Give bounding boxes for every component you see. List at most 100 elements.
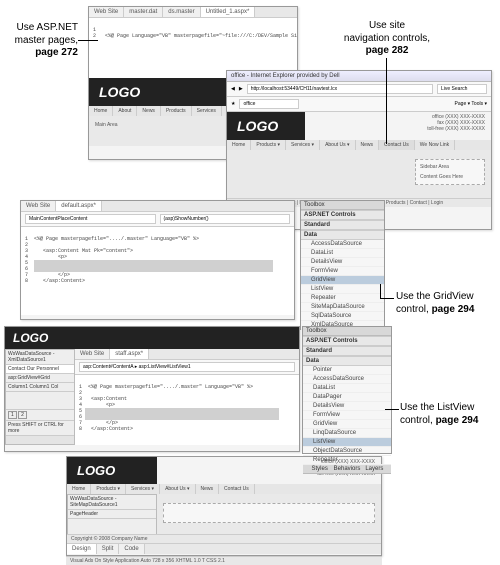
url-field[interactable]: http://localhost:53449/CH11/navtest.lcx (247, 84, 433, 94)
tab-active[interactable]: default.aspx* (56, 201, 102, 211)
callout-leader (380, 298, 394, 299)
phone-tollfree: toll-free (XXX) XXX-XXXX (311, 126, 485, 132)
favorites-icon[interactable]: ★ (231, 101, 235, 107)
page-btn[interactable]: 2 (18, 411, 27, 419)
toolbox-item[interactable]: SiteMapDataSource (301, 303, 384, 312)
nav-item[interactable]: News (137, 106, 161, 116)
toolbox-item[interactable]: AccessDataSource (301, 240, 384, 249)
window-staff-editor: LOGO WsWasDataSource - XmlDataSource1 Co… (4, 326, 300, 452)
nav-item[interactable]: Home (227, 140, 251, 150)
code-line: </asp:Content> (91, 426, 133, 432)
toolbox-item[interactable]: FormView (301, 267, 384, 276)
tab-code[interactable]: Code (119, 544, 144, 554)
toolbox-item[interactable]: GridView (303, 420, 391, 429)
callout-text: Use site (369, 20, 405, 31)
toolbox-item[interactable]: ObjectDataSource (303, 447, 391, 456)
tab[interactable]: Web Site (21, 201, 56, 211)
nav-item[interactable]: Products ▾ (91, 484, 126, 494)
callout-leader (385, 409, 399, 410)
page-body: Sidebar Area Content Goes Here (227, 150, 491, 198)
toolbox-group[interactable]: Standard (303, 346, 391, 356)
nav-item[interactable]: Services ▾ (286, 140, 320, 150)
site-nav-row: Home Products ▾ Services ▾ About Us ▾ Ne… (67, 484, 381, 494)
toolbox-item-gridview[interactable]: GridView (301, 276, 384, 285)
view-tabs: Design Split Code (67, 543, 381, 554)
design-side-panel: WsWasDataSource - XmlDataSource1 Contact… (5, 349, 75, 445)
tab[interactable]: Web Site (75, 349, 110, 359)
toolbox-item[interactable]: LinqDataSource (303, 429, 391, 438)
nav-item[interactable]: About Us ▾ (320, 140, 355, 150)
nav-item-active[interactable]: Contact Us (379, 140, 415, 150)
toolbox-group[interactable]: ASP.NET Controls (303, 336, 391, 346)
toolbox-item[interactable]: DataList (301, 249, 384, 258)
tab[interactable]: Layers (361, 466, 388, 472)
code-editor[interactable]: 1 <%@ Page masterpagefile="..../.master"… (21, 227, 294, 315)
toolbox-item[interactable]: DetailsView (301, 258, 384, 267)
toolbox-item[interactable]: SqlDataSource (301, 312, 384, 321)
nav-item[interactable]: News (196, 484, 220, 494)
nav-item[interactable]: About Us ▾ (160, 484, 195, 494)
element-breadcrumb[interactable]: asp:Content#ContentA ▸ asp:ListView#List… (79, 362, 295, 372)
dropdown-row: MainContentPlaceContent (asp)ShowNumber(… (21, 212, 294, 227)
tab[interactable]: ds.master (163, 7, 200, 17)
nav-item[interactable]: Services ▾ (126, 484, 160, 494)
code-editor[interactable]: 1 <%@ Page masterpagefile="..../.master"… (75, 375, 299, 445)
nav-item[interactable]: Home (89, 106, 113, 116)
nav-item[interactable]: Home (67, 484, 91, 494)
toolbox-item[interactable]: FormView (303, 411, 391, 420)
callout-page: page 282 (366, 45, 409, 56)
logo-bar: LOGO (227, 112, 305, 140)
tab[interactable]: Behaviors (333, 466, 360, 472)
code-editor[interactable]: 1 2 <%@ Page Language="VB" masterpagefil… (89, 18, 297, 78)
nav-item[interactable]: Products (161, 106, 192, 116)
toolbox-item[interactable]: DataList (303, 384, 391, 393)
nav-item[interactable]: News (356, 140, 380, 150)
toolbox-item[interactable]: DetailsView (303, 402, 391, 411)
toolbox-item[interactable]: AccessDataSource (303, 375, 391, 384)
window-default-editor: Web Site default.aspx* MainContentPlaceC… (20, 200, 295, 320)
browser-tab[interactable]: office (239, 99, 299, 109)
toolbox-item[interactable]: Repeater (303, 456, 391, 465)
toolbox-item[interactable]: DataPager (303, 393, 391, 402)
nav-item[interactable]: We Now Link (415, 140, 455, 150)
event-dropdown[interactable]: (asp)ShowNumber() (160, 214, 291, 224)
tab[interactable]: Web Site (89, 7, 124, 17)
code-line: <%@ Page masterpagefile="..../.master" L… (88, 384, 253, 390)
footer-copyright: Copyright © 2008 Company Name (71, 536, 148, 542)
toolbox-group[interactable]: Data (303, 356, 391, 366)
back-icon[interactable]: ◀ (231, 86, 235, 92)
toolbox-group[interactable]: ASP.NET Controls (301, 210, 384, 220)
code-line: </asp:Content> (43, 278, 85, 284)
sidebar-box: Sidebar Area Content Goes Here (415, 159, 485, 185)
nav-item[interactable]: Contact Us (219, 484, 255, 494)
nav-item[interactable]: Products ▾ (251, 140, 286, 150)
toolbox-item-listview[interactable]: ListView (303, 438, 391, 447)
forward-icon[interactable]: ▶ (239, 86, 243, 92)
ie-toolbar-text[interactable]: Page ▾ Tools ▾ (455, 101, 487, 107)
toolbox-panel-2: Toolbox ASP.NET Controls Standard Data P… (302, 326, 392, 454)
toolbox-item[interactable]: ListView (301, 285, 384, 294)
gridview-label: asp:GridView#Grid (6, 374, 74, 383)
toolbox-group[interactable]: Standard (301, 220, 384, 230)
nav-item[interactable]: Services (192, 106, 222, 116)
toolbox-item[interactable]: Pointer (303, 366, 391, 375)
page-btn[interactable]: 1 (8, 411, 17, 419)
tab-active[interactable]: staff.aspx* (110, 349, 149, 359)
code-line: <%@ Page Language="VB" masterpagefile="~… (105, 33, 297, 39)
nav-item[interactable]: About (113, 106, 137, 116)
toolbox-group[interactable]: Data (301, 230, 384, 240)
hint-label: Press SHIFT or CTRL for more (6, 421, 74, 436)
content-placeholder[interactable] (157, 494, 381, 534)
callout-leader (78, 40, 98, 41)
tab[interactable]: Styles (306, 466, 333, 472)
logo-bar: LOGO (67, 457, 157, 484)
search-field[interactable]: Live Search (437, 84, 487, 94)
tab-design[interactable]: Design (67, 544, 97, 554)
callout-page: page 294 (432, 304, 475, 315)
element-dropdown[interactable]: MainContentPlaceContent (25, 214, 156, 224)
tab-split[interactable]: Split (97, 544, 120, 554)
tab[interactable]: master.dat (124, 7, 163, 17)
tab-active[interactable]: Untitled_1.aspx* (201, 7, 256, 17)
breadcrumb-row: asp:Content#ContentA ▸ asp:ListView#List… (75, 360, 299, 375)
toolbox-item[interactable]: Repeater (301, 294, 384, 303)
